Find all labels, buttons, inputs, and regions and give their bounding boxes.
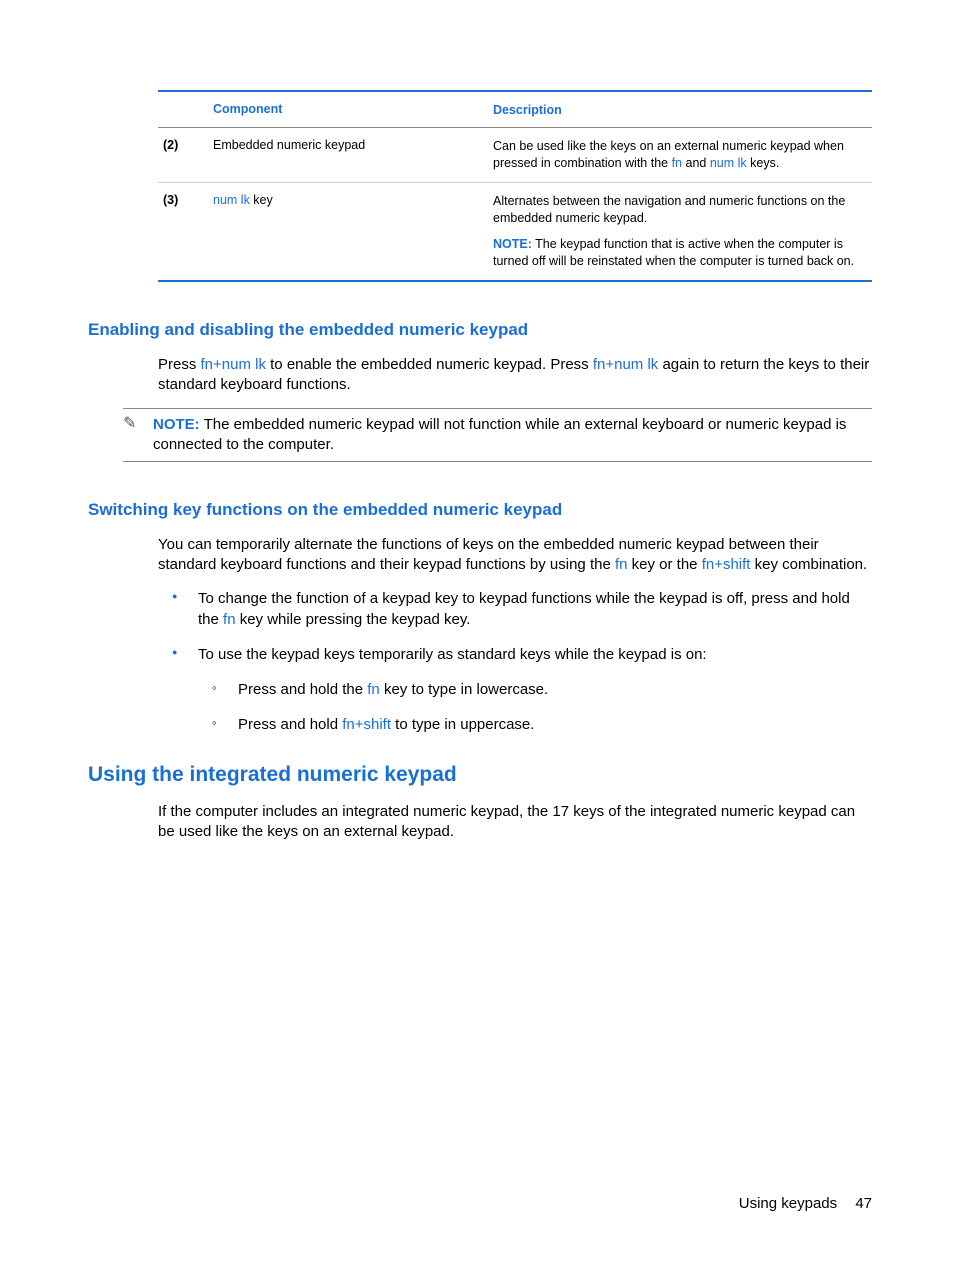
- row-component: Embedded numeric keypad: [213, 138, 493, 172]
- note-text: The keypad function that is active when …: [493, 237, 854, 268]
- row-component: num lk key: [213, 193, 493, 271]
- key-term: fn: [615, 556, 628, 573]
- key-term: fn+num lk: [201, 356, 266, 373]
- paragraph: Press fn+num lk to enable the embedded n…: [158, 355, 872, 396]
- table-header-description: Description: [493, 102, 872, 119]
- key-term: fn+num lk: [593, 356, 658, 373]
- table-header-component: Component: [213, 102, 493, 119]
- key-term: num lk: [710, 156, 747, 170]
- row-number: (3): [158, 193, 213, 271]
- text: Embedded numeric keypad: [213, 138, 365, 152]
- paragraph: You can temporarily alternate the functi…: [158, 535, 872, 576]
- paragraph: If the computer includes an integrated n…: [158, 802, 872, 843]
- note-icon: ✎: [123, 415, 145, 456]
- text: and: [682, 156, 710, 170]
- key-term: fn: [672, 156, 682, 170]
- note-callout: ✎ NOTE: The embedded numeric keypad will…: [123, 408, 872, 463]
- key-term: num lk: [213, 193, 250, 207]
- text: key to type in lowercase.: [380, 681, 548, 698]
- key-term: fn+shift: [702, 556, 751, 573]
- text: Press and hold: [238, 716, 342, 733]
- note-text: The embedded numeric keypad will not fun…: [153, 416, 846, 453]
- note-label: NOTE:: [153, 416, 200, 433]
- text: Can be used like the keys on an external…: [493, 139, 844, 170]
- sub-list: Press and hold the fn key to type in low…: [198, 679, 872, 735]
- row-description: Can be used like the keys on an external…: [493, 138, 872, 172]
- text: Alternates between the navigation and nu…: [493, 194, 845, 225]
- key-term: fn+shift: [342, 716, 391, 733]
- page-number: 47: [855, 1195, 872, 1212]
- page-footer: Using keypads 47: [739, 1195, 872, 1212]
- list-item: Press and hold the fn key to type in low…: [198, 679, 872, 700]
- text: to type in uppercase.: [391, 716, 534, 733]
- text: keys.: [747, 156, 780, 170]
- section-heading-integrated: Using the integrated numeric keypad: [88, 763, 872, 787]
- text: Press: [158, 356, 201, 373]
- list-item: Press and hold fn+shift to type in upper…: [198, 714, 872, 735]
- key-term: fn: [223, 611, 236, 628]
- text: key: [250, 193, 273, 207]
- text: Press and hold the: [238, 681, 367, 698]
- list-item: To change the function of a keypad key t…: [158, 588, 872, 630]
- table-header-spacer: [158, 102, 213, 119]
- row-number: (2): [158, 138, 213, 172]
- component-table: Component Description (2) Embedded numer…: [158, 90, 872, 282]
- key-term: fn: [367, 681, 380, 698]
- document-page: Component Description (2) Embedded numer…: [0, 0, 954, 1270]
- note-label: NOTE:: [493, 237, 532, 251]
- text: key or the: [627, 556, 701, 573]
- text: To use the keypad keys temporarily as st…: [198, 646, 707, 663]
- table-row: (2) Embedded numeric keypad Can be used …: [158, 128, 872, 183]
- row-description: Alternates between the navigation and nu…: [493, 193, 872, 271]
- bullet-list: To change the function of a keypad key t…: [158, 588, 872, 735]
- list-item: To use the keypad keys temporarily as st…: [158, 644, 872, 735]
- note-content: NOTE: The embedded numeric keypad will n…: [153, 415, 872, 456]
- table-row: (3) num lk key Alternates between the na…: [158, 183, 872, 281]
- text: key while pressing the keypad key.: [236, 611, 471, 628]
- section-heading-switching: Switching key functions on the embedded …: [88, 500, 872, 520]
- text: key combination.: [750, 556, 867, 573]
- text: to enable the embedded numeric keypad. P…: [266, 356, 593, 373]
- footer-label: Using keypads: [739, 1195, 837, 1212]
- table-header-row: Component Description: [158, 92, 872, 128]
- section-heading-enabling: Enabling and disabling the embedded nume…: [88, 320, 872, 340]
